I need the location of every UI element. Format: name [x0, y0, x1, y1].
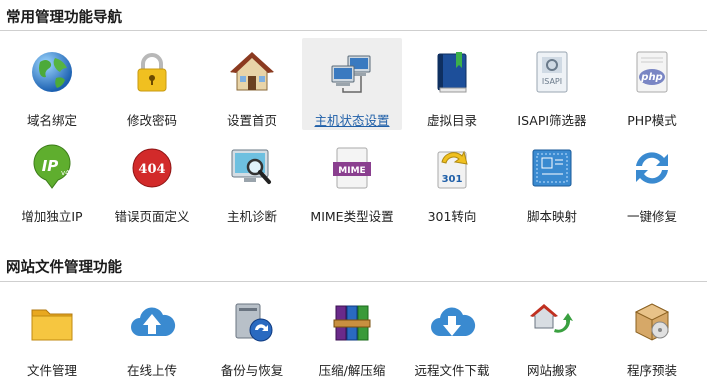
- tile-isapi-filter[interactable]: ISAPI ISAPI筛选器: [502, 38, 602, 130]
- tile-php-mode[interactable]: php PHP模式: [602, 38, 702, 130]
- backup-drive-icon: [235, 303, 273, 342]
- tile-remote-download[interactable]: 远程文件下载: [402, 288, 502, 380]
- section-divider: [0, 30, 707, 31]
- tile-online-upload[interactable]: 在线上传: [102, 288, 202, 380]
- tile-301-redirect[interactable]: 301 301转向: [402, 134, 502, 226]
- tile-label: 远程文件下载: [414, 363, 490, 378]
- isapi-icon-text: ISAPI: [542, 77, 562, 86]
- redirect-301-icon: 301: [437, 150, 468, 189]
- install-package-icon: [634, 303, 670, 341]
- isapi-file-icon: ISAPI: [536, 51, 568, 93]
- tile-label: 脚本映射: [526, 209, 577, 224]
- ipv4-pin-icon: IP v4: [33, 144, 71, 189]
- tile-label: 网站搬家: [526, 363, 577, 378]
- tile-label: 主机状态设置: [314, 113, 390, 128]
- folder-icon: [31, 309, 73, 341]
- tile-change-password[interactable]: 修改密码: [102, 38, 202, 130]
- redirect-icon-text: 301: [442, 174, 463, 185]
- tile-set-homepage[interactable]: 设置首页: [202, 38, 302, 130]
- tile-label: 主机诊断: [226, 209, 277, 224]
- book-icon: [437, 52, 467, 93]
- tile-label: PHP模式: [627, 113, 677, 128]
- network-computers-icon: [331, 55, 371, 93]
- tile-host-status-settings[interactable]: 主机状态设置: [302, 38, 402, 130]
- tile-label: 一键修复: [626, 209, 677, 224]
- script-blueprint-icon: [532, 149, 572, 187]
- cloud-upload-icon: [131, 307, 176, 336]
- tile-label: 备份与恢复: [220, 363, 284, 378]
- tile-label: MIME类型设置: [310, 209, 394, 224]
- tile-label: 程序预装: [626, 363, 677, 378]
- tile-label: 在线上传: [126, 363, 177, 378]
- tile-mime-type[interactable]: MIME MIME类型设置: [302, 134, 402, 226]
- tile-label: 301转向: [427, 209, 477, 224]
- tile-label: 文件管理: [26, 363, 77, 378]
- error-404-icon: 404: [132, 148, 172, 188]
- error-icon-text: 404: [138, 162, 165, 177]
- archive-icon: [333, 305, 371, 341]
- globe-icon: [32, 52, 72, 92]
- padlock-icon: [137, 53, 167, 92]
- tile-file-management[interactable]: 文件管理: [2, 288, 102, 380]
- ip-icon-text: IP: [42, 157, 59, 175]
- tile-host-diagnosis[interactable]: 主机诊断: [202, 134, 302, 226]
- section-title-site-file-management: 网站文件管理功能: [6, 260, 122, 276]
- tile-label: 压缩/解压缩: [318, 363, 386, 378]
- move-house-icon: [530, 304, 573, 333]
- tile-compress-decompress[interactable]: 压缩/解压缩: [302, 288, 402, 380]
- section-title-common-management: 常用管理功能导航: [6, 10, 122, 26]
- tile-domain-binding[interactable]: 域名绑定: [2, 38, 102, 130]
- tile-label: 修改密码: [126, 113, 177, 128]
- tile-error-page[interactable]: 404 错误页面定义: [102, 134, 202, 226]
- house-icon: [230, 52, 274, 91]
- tile-label: ISAPI筛选器: [517, 113, 587, 128]
- mime-icon: MIME: [333, 147, 371, 189]
- monitor-magnifier-icon: [231, 149, 271, 184]
- tile-one-click-repair[interactable]: 一键修复: [602, 134, 702, 226]
- tile-label: 设置首页: [226, 113, 277, 128]
- section-divider: [0, 281, 707, 282]
- tile-virtual-directory[interactable]: 虚拟目录: [402, 38, 502, 130]
- cloud-download-icon: [431, 307, 476, 336]
- refresh-arrows-icon: [636, 152, 668, 184]
- mime-icon-text: MIME: [338, 166, 365, 176]
- tile-site-migration[interactable]: 网站搬家: [502, 288, 602, 380]
- tile-backup-restore[interactable]: 备份与恢复: [202, 288, 302, 380]
- ip-icon-subtext: v4: [61, 169, 70, 177]
- tile-label: 虚拟目录: [426, 113, 477, 128]
- tile-program-preinstall[interactable]: 程序预装: [602, 288, 702, 380]
- php-icon-text: php: [640, 72, 662, 83]
- tile-label: 错误页面定义: [114, 209, 190, 224]
- tile-label: 域名绑定: [26, 113, 77, 128]
- tile-add-dedicated-ip[interactable]: IP v4 增加独立IP: [2, 134, 102, 226]
- tile-label: 增加独立IP: [21, 209, 83, 224]
- php-file-icon: php: [636, 51, 668, 93]
- tile-script-mapping[interactable]: 脚本映射: [502, 134, 602, 226]
